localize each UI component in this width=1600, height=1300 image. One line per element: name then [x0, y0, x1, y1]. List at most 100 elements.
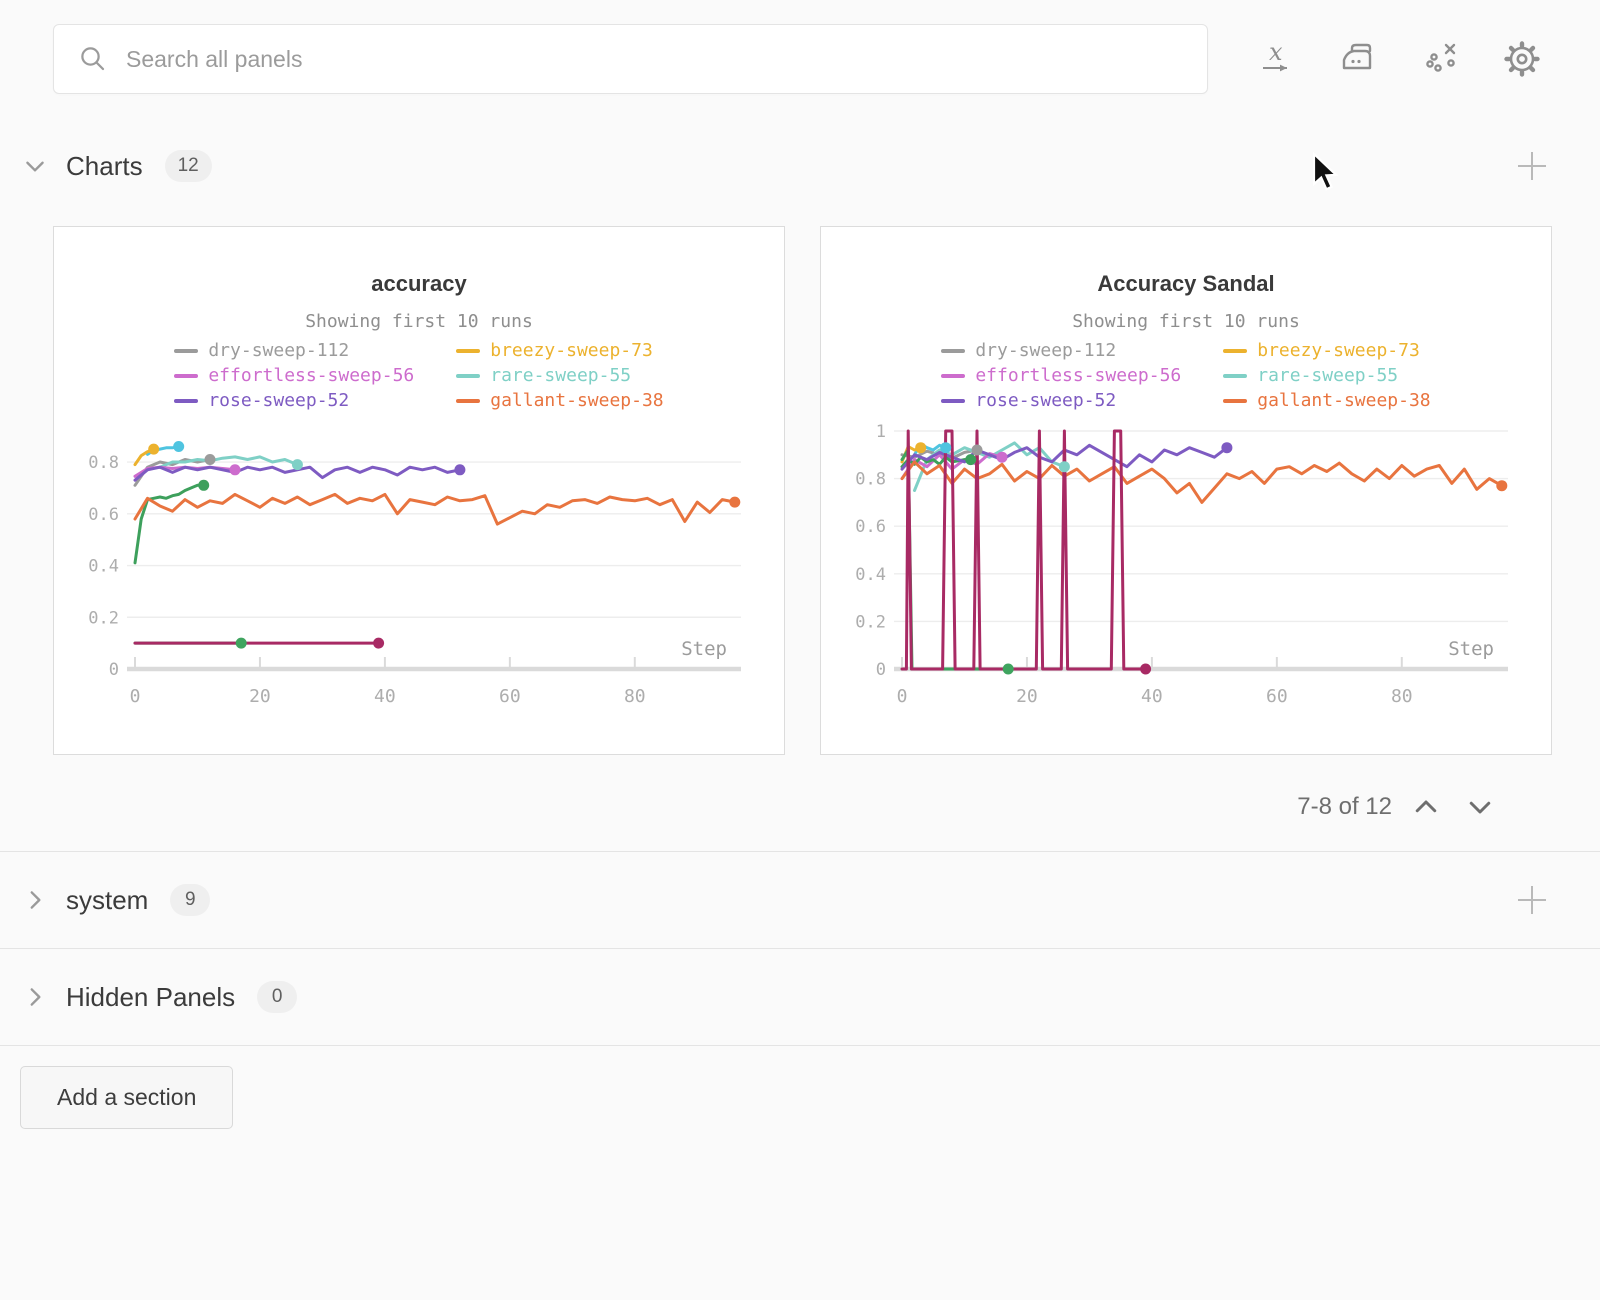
svg-text:0: 0 [876, 660, 886, 680]
charts-section-header: Charts 12 [0, 118, 1600, 214]
legend-label: effortless-sweep-56 [208, 365, 414, 386]
svg-text:0: 0 [130, 686, 141, 707]
hidden-panels-count-badge: 0 [257, 981, 297, 1013]
svg-text:0.8: 0.8 [855, 470, 886, 490]
svg-text:80: 80 [1391, 686, 1413, 707]
legend-item[interactable]: rose-sweep-52 [941, 390, 1181, 411]
legend-item[interactable]: breezy-sweep-73 [456, 340, 663, 361]
legend-item[interactable]: rose-sweep-52 [174, 390, 414, 411]
chart-subtitle: Showing first 10 runs [821, 311, 1551, 332]
chart-title: Accuracy Sandal [821, 271, 1551, 297]
legend-label: breezy-sweep-73 [1257, 340, 1420, 361]
search-panels-box[interactable] [53, 24, 1208, 94]
legend-swatch [456, 374, 480, 378]
chevron-down-icon[interactable] [18, 149, 52, 183]
legend-label: dry-sweep-112 [975, 340, 1116, 361]
page-down-chevron-icon[interactable] [1460, 787, 1500, 827]
legend-swatch [1223, 349, 1247, 353]
page-up-chevron-icon[interactable] [1406, 787, 1446, 827]
legend-label: rare-sweep-55 [1257, 365, 1398, 386]
panel-accuracy[interactable]: accuracy Showing first 10 runs dry-sweep… [53, 226, 785, 755]
legend-item[interactable]: gallant-sweep-38 [1223, 390, 1430, 411]
panel-accuracy-sandal[interactable]: Accuracy Sandal Showing first 10 runs dr… [820, 226, 1552, 755]
legend-item[interactable]: effortless-sweep-56 [174, 365, 414, 386]
svg-text:Step: Step [1448, 638, 1494, 660]
svg-text:60: 60 [499, 686, 521, 707]
chart-legend: dry-sweep-112 breezy-sweep-73 effortless-s… [821, 340, 1551, 411]
legend-label: dry-sweep-112 [208, 340, 349, 361]
legend-label: rare-sweep-55 [490, 365, 631, 386]
legend-swatch [941, 374, 965, 378]
add-panel-plus-icon[interactable] [1510, 144, 1554, 188]
legend-swatch [174, 349, 198, 353]
svg-text:0.2: 0.2 [855, 612, 886, 632]
legend-swatch [941, 399, 965, 403]
legend-item[interactable]: gallant-sweep-38 [456, 390, 663, 411]
top-bar: x [0, 0, 1600, 94]
search-icon [78, 44, 108, 74]
charts-section-title[interactable]: Charts [66, 151, 143, 182]
legend-swatch [1223, 399, 1247, 403]
pagination-text: 7-8 of 12 [1297, 793, 1392, 821]
legend-label: rose-sweep-52 [208, 390, 349, 411]
legend-swatch [1223, 374, 1247, 378]
charts-count-badge: 12 [165, 150, 212, 182]
search-input[interactable] [126, 46, 1183, 73]
add-section-button[interactable]: Add a section [20, 1066, 233, 1129]
svg-text:20: 20 [1016, 686, 1038, 707]
svg-text:x: x [1269, 38, 1283, 66]
svg-text:0: 0 [897, 686, 908, 707]
legend-item[interactable]: rare-sweep-55 [1223, 365, 1430, 386]
legend-swatch [174, 374, 198, 378]
legend-item[interactable]: effortless-sweep-56 [941, 365, 1181, 386]
legend-item[interactable]: dry-sweep-112 [941, 340, 1181, 361]
legend-swatch [941, 349, 965, 353]
svg-text:0.6: 0.6 [88, 505, 119, 525]
svg-text:40: 40 [1141, 686, 1163, 707]
chevron-right-icon[interactable] [18, 883, 52, 917]
legend-label: gallant-sweep-38 [1257, 390, 1430, 411]
legend-item[interactable]: breezy-sweep-73 [1223, 340, 1430, 361]
svg-text:0.4: 0.4 [88, 557, 119, 577]
add-panel-plus-icon[interactable] [1510, 878, 1554, 922]
legend-item[interactable]: rare-sweep-55 [456, 365, 663, 386]
legend-label: gallant-sweep-38 [490, 390, 663, 411]
settings-gear-icon[interactable] [1496, 33, 1548, 85]
smoothing-iron-icon[interactable] [1332, 33, 1384, 85]
system-count-badge: 9 [170, 884, 210, 916]
legend-label: rose-sweep-52 [975, 390, 1116, 411]
legend-item[interactable]: dry-sweep-112 [174, 340, 414, 361]
svg-text:20: 20 [249, 686, 271, 707]
system-section-header: system 9 [0, 852, 1600, 948]
chart-plot[interactable]: 0 0.2 0.4 0.6 0.8 0 20 40 60 80 Step [69, 417, 769, 727]
svg-text:0.4: 0.4 [855, 565, 886, 585]
hidden-panels-section-title[interactable]: Hidden Panels [66, 982, 235, 1013]
legend-swatch [174, 399, 198, 403]
svg-text:40: 40 [374, 686, 396, 707]
legend-label: effortless-sweep-56 [975, 365, 1181, 386]
svg-text:60: 60 [1266, 686, 1288, 707]
remove-outliers-icon[interactable] [1414, 33, 1466, 85]
svg-text:80: 80 [624, 686, 646, 707]
system-section-title[interactable]: system [66, 885, 148, 916]
svg-text:0: 0 [109, 660, 119, 680]
svg-text:0.6: 0.6 [855, 517, 886, 537]
section-divider [0, 1045, 1600, 1046]
toolbar-icons: x [1250, 33, 1548, 85]
legend-label: breezy-sweep-73 [490, 340, 653, 361]
legend-swatch [456, 399, 480, 403]
chart-subtitle: Showing first 10 runs [54, 311, 784, 332]
chart-title: accuracy [54, 271, 784, 297]
chart-legend: dry-sweep-112 breezy-sweep-73 effortless-s… [54, 340, 784, 411]
chevron-right-icon[interactable] [18, 980, 52, 1014]
x-axis-icon[interactable]: x [1250, 33, 1302, 85]
panels-row: accuracy Showing first 10 runs dry-sweep… [0, 226, 1600, 755]
chart-plot[interactable]: 0 0.2 0.4 0.6 0.8 1 0 20 40 60 80 Step [836, 417, 1536, 727]
svg-text:1: 1 [876, 422, 886, 442]
panels-pagination: 7-8 of 12 [0, 763, 1600, 851]
svg-text:0.2: 0.2 [88, 608, 119, 628]
svg-text:0.8: 0.8 [88, 453, 119, 473]
svg-text:Step: Step [681, 638, 727, 660]
legend-swatch [456, 349, 480, 353]
hidden-panels-section-header: Hidden Panels 0 [0, 949, 1600, 1045]
